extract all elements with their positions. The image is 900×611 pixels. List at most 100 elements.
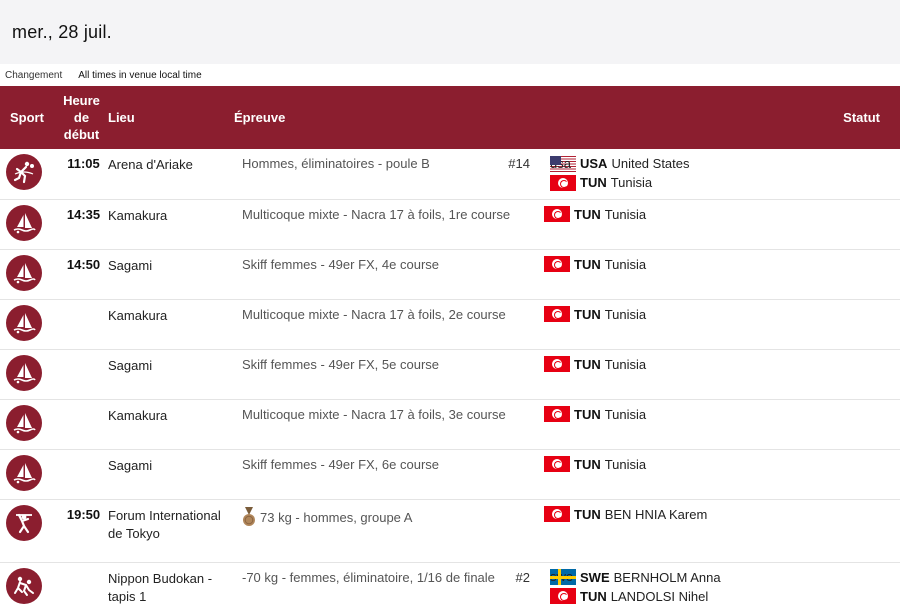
event-cell[interactable]: Skiff femmes - 49er FX, 5e course [234,349,536,399]
flag-tun-icon [544,306,570,322]
venue: Sagami [108,457,153,473]
column-header-time-line: début [63,127,100,142]
event-cell[interactable]: -70 kg - femmes, éliminatoire, 1/16 de f… [234,562,536,611]
event-cell[interactable]: Hommes, éliminatoires - poule B #14 [234,149,536,199]
column-header-time: Heure de début [55,86,108,149]
team-code: TUN [574,206,601,222]
event-name: Multicoque mixte - Nacra 17 à foils, 3e … [242,406,506,422]
venue: Nippon Budokan - tapis 1 [108,570,213,604]
team-entry[interactable]: swe SWE BERNHOLM Anna [550,568,900,587]
team-entry[interactable]: TUN LANDOLSI Nihel [550,587,900,606]
event-cell[interactable]: Multicoque mixte - Nacra 17 à foils, 1re… [234,199,536,249]
table-row[interactable]: 19:50 Forum International de Tokyo 73 kg… [0,499,900,562]
column-header-event: Épreuve [234,110,286,125]
team-entry[interactable]: TUN BEN HNIA Karem [544,505,900,524]
table-row[interactable]: Kamakura Multicoque mixte - Nacra 17 à f… [0,299,900,349]
team-entry[interactable]: TUN Tunisia [544,405,900,424]
table-row[interactable]: Sagami Skiff femmes - 49er FX, 5e course… [0,349,900,399]
table-row[interactable]: 14:35 Kamakura Multicoque mixte - Nacra … [0,199,900,249]
sport-cell [0,249,55,299]
sport-cell [0,299,55,349]
team-code: TUN [574,256,601,272]
table-header-row: Sport Heure de début Lieu Épreuve Statut [0,86,900,149]
team-code: TUN [580,175,607,190]
team-code: TUN [574,306,601,322]
sailing-icon [6,354,42,391]
team-name: Tunisia [604,456,647,472]
change-link[interactable]: Changement [5,70,62,81]
sport-cell [0,399,55,449]
flag-tun-icon [544,506,570,522]
team-entry[interactable]: usa USA United States [550,154,900,173]
sailing-icon [6,204,42,241]
start-time: 14:50 [66,256,101,272]
team-code: TUN [580,588,607,604]
table-row[interactable]: 11:05 Arena d'Ariake Hommes, éliminatoir… [0,149,900,199]
sailing-icon [6,404,42,441]
start-time: 19:50 [66,506,101,522]
handball-icon [6,154,42,190]
event-cell[interactable]: Multicoque mixte - Nacra 17 à foils, 3e … [234,399,536,449]
flag-tun-icon [544,406,570,422]
team-code: SWE [580,569,610,585]
event-cell[interactable]: Skiff femmes - 49er FX, 6e course [234,449,536,499]
start-time [55,299,108,349]
sport-cell [0,349,55,399]
schedule-rows: 11:05 Arena d'Ariake Hommes, éliminatoir… [0,149,900,611]
sport-cell [0,449,55,499]
match-number: #14 [508,156,530,171]
team-name: Tunisia [604,406,647,422]
status-teams-cell: swe SWE BERNHOLM Anna TUN LANDOLSI Nihel [536,562,900,611]
team-code: TUN [574,456,601,472]
bronze-medal-icon [242,506,256,530]
venue: Sagami [108,357,153,373]
team-entry[interactable]: TUN Tunisia [544,205,900,224]
start-time [55,399,108,449]
table-row[interactable]: Sagami Skiff femmes - 49er FX, 6e course… [0,449,900,499]
event-cell[interactable]: 73 kg - hommes, groupe A [234,499,536,562]
table-row[interactable]: Kamakura Multicoque mixte - Nacra 17 à f… [0,399,900,449]
date-header: mer., 28 juil. [0,0,900,64]
event-name: Skiff femmes - 49er FX, 6e course [242,456,439,472]
team-entry[interactable]: TUN Tunisia [544,355,900,374]
event-cell[interactable]: Skiff femmes - 49er FX, 4e course [234,249,536,299]
start-time [55,449,108,499]
column-header-time-line: Heure [63,93,100,108]
flag-tun-icon [544,456,570,472]
flag-tun-icon [544,256,570,272]
team-entry[interactable]: TUN Tunisia [544,255,900,274]
status-teams-cell: TUN BEN HNIA Karem [536,499,900,562]
event-name: Multicoque mixte - Nacra 17 à foils, 2e … [242,306,506,322]
column-header-time-line: de [73,110,90,125]
team-code: TUN [574,406,601,422]
status-teams-cell: TUN Tunisia [536,249,900,299]
event-name: -70 kg - femmes, éliminatoire, 1/16 de f… [242,569,495,585]
flag-tun-icon [550,588,576,604]
sport-cell [0,199,55,249]
team-name: Tunisia [604,356,647,372]
table-row[interactable]: 14:50 Sagami Skiff femmes - 49er FX, 4e … [0,249,900,299]
start-time [55,562,108,611]
match-number: #2 [515,569,530,585]
column-header-sport: Sport [10,110,44,125]
table-row[interactable]: Nippon Budokan - tapis 1 -70 kg - femmes… [0,562,900,611]
team-name: Tunisia [604,306,647,322]
team-name: Tunisia [610,175,653,190]
team-code: USA [580,156,608,171]
weightlifting-icon [6,504,42,541]
date-label: mer., 28 juil. [12,22,112,42]
sailing-icon [6,304,42,341]
sport-cell [0,499,55,562]
team-entry[interactable]: TUN Tunisia [544,455,900,474]
team-name: BEN HNIA Karem [604,506,708,522]
flag-tun-icon [550,174,576,191]
event-name: Hommes, éliminatoires - poule B [242,156,430,171]
judo-icon [6,567,42,604]
event-cell[interactable]: Multicoque mixte - Nacra 17 à foils, 2e … [234,299,536,349]
team-entry[interactable]: TUN Tunisia [544,305,900,324]
start-time: 14:35 [66,206,101,222]
team-entry[interactable]: TUN Tunisia [550,173,900,192]
status-teams-cell: usa USA United States TUN Tunisia [536,149,900,199]
venue: Sagami [108,257,153,273]
sport-cell [0,562,55,611]
